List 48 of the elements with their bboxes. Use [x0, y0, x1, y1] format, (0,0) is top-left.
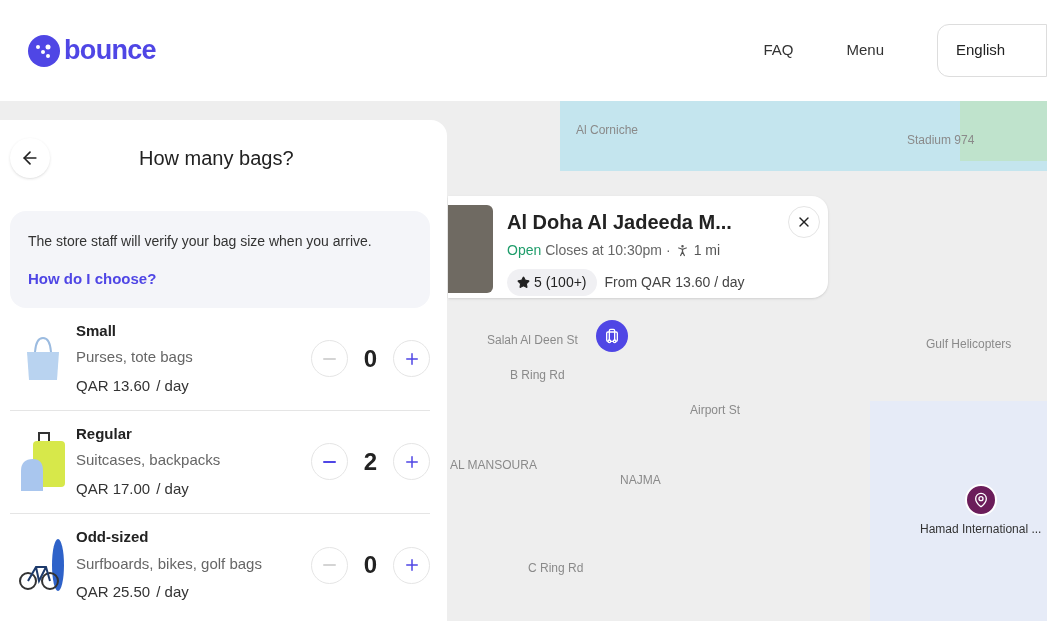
store-price: From QAR 13.60 / day — [604, 273, 745, 292]
nav-link[interactable]: Menu — [846, 39, 884, 62]
store-card[interactable]: Al Doha Al Jadeeda M... Open Closes at 10:30pm · 1 mi 5 (100+) From QAR 13.60 / day — [448, 196, 828, 298]
logo-icon — [28, 34, 60, 67]
map-label: B Ring Rd — [510, 367, 565, 384]
price-unit: / day — [156, 478, 189, 499]
map-label: Airport St — [690, 402, 740, 419]
minus-icon — [323, 460, 336, 463]
luggage-icon — [604, 328, 620, 344]
notice-text: The store staff will verify your bag size when you arrive. — [28, 232, 373, 251]
map-label: Hamad International ... — [920, 521, 1042, 538]
how-to-choose-link[interactable]: How do I choose? — [28, 268, 412, 291]
luggage-map-pin[interactable] — [596, 320, 628, 352]
map-label: Gulf Helicopters — [926, 336, 1012, 353]
rating-badge: 5 (100+) — [507, 269, 597, 296]
bag-price: QAR 25.50 — [76, 582, 151, 603]
bag-count: 2 — [362, 446, 379, 477]
map-label: AL MANSOURA — [450, 457, 537, 474]
open-status: Open — [507, 241, 542, 260]
price-unit: / day — [156, 375, 189, 396]
store-name: Al Doha Al Jadeeda M... — [507, 210, 732, 235]
minus-icon — [323, 357, 336, 360]
suitcase-drawing — [19, 430, 67, 493]
bag-description: Surfboards, bikes, golf bags — [76, 553, 263, 574]
bag-count: 0 — [362, 343, 379, 374]
separator: · — [666, 241, 671, 260]
bag-size-name: Odd-sized — [76, 527, 150, 548]
map-label: C Ring Rd — [528, 560, 584, 577]
bag-size-name: Regular — [76, 423, 133, 444]
panel-title: How many bags? — [139, 146, 294, 171]
bag-price: QAR 13.60 — [76, 375, 151, 396]
language-selector[interactable]: English — [937, 24, 1047, 77]
bag-description: Suitcases, backpacks — [76, 450, 222, 471]
minus-icon — [323, 564, 336, 566]
bag-size-name: Small — [76, 320, 118, 341]
price-unit: / day — [156, 582, 189, 603]
logo-wordmark[interactable]: bounce — [64, 30, 156, 71]
map-label: NAJMA — [620, 472, 661, 489]
nav-link[interactable]: FAQ — [763, 39, 794, 62]
map-label: Stadium 974 — [907, 132, 975, 149]
bag-description: Purses, tote bags — [76, 347, 194, 368]
back-button[interactable] — [10, 138, 50, 178]
bag-price: QAR 17.00 — [76, 478, 151, 499]
distance: 1 mi — [693, 241, 721, 260]
closing-time: Closes at 10:30pm — [545, 241, 662, 260]
bag-count: 0 — [362, 550, 379, 580]
map-label: Al Corniche — [576, 122, 639, 139]
map-label: Salah Al Deen St — [487, 332, 578, 349]
